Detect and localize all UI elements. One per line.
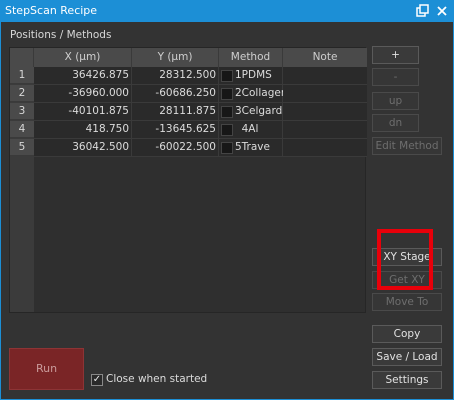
window-title: StepScan Recipe [5, 4, 98, 17]
close-icon[interactable] [435, 4, 449, 18]
restore-icon[interactable] [416, 4, 430, 18]
remove-row-button[interactable]: - [372, 68, 419, 86]
cell-y[interactable]: -60022.500 [132, 139, 219, 157]
cell-note[interactable] [283, 85, 367, 103]
table-header: X (µm) Y (µm) Method Note [10, 48, 367, 67]
title-bar: StepScan Recipe [0, 0, 454, 22]
method-name: 3Celgard [235, 105, 283, 117]
cell-y[interactable]: -60686.250 [132, 85, 219, 103]
cell-y[interactable]: 28312.500 [132, 67, 219, 85]
column-header-x[interactable]: X (µm) [34, 48, 132, 67]
row-header[interactable]: 2 [10, 85, 34, 102]
row-header[interactable]: 3 [10, 103, 34, 120]
cell-method[interactable]: 4Al [219, 121, 283, 139]
cell-note[interactable] [283, 139, 367, 157]
method-name: 5Trave [235, 141, 270, 153]
cell-y[interactable]: -13645.625 [132, 121, 219, 139]
method-name: 2Collagen [235, 87, 288, 99]
table-row[interactable]: 1 36426.875 28312.500 1PDMS [10, 67, 367, 85]
cell-x[interactable]: 36042.500 [34, 139, 132, 157]
cell-method[interactable]: 2Collagen [219, 85, 288, 103]
edit-method-button[interactable]: Edit Method [372, 137, 442, 155]
row-header[interactable]: 5 [10, 139, 34, 156]
cell-note[interactable] [283, 103, 367, 121]
method-name: 1PDMS [235, 69, 272, 81]
cell-method[interactable]: 1PDMS [219, 67, 283, 85]
copy-button[interactable]: Copy [372, 325, 442, 343]
corner-cell[interactable] [10, 48, 34, 67]
row-header[interactable]: 1 [10, 67, 34, 84]
section-label: Positions / Methods [10, 29, 112, 41]
method-color-swatch[interactable] [221, 88, 233, 100]
column-header-y[interactable]: Y (µm) [132, 48, 219, 67]
table-row[interactable]: 4 418.750 -13645.625 4Al [10, 121, 367, 139]
method-name: 4Al [241, 123, 259, 135]
column-header-note[interactable]: Note [283, 48, 367, 67]
table-row[interactable]: 3 -40101.875 28111.875 3Celgard [10, 103, 367, 121]
cell-x[interactable]: 418.750 [34, 121, 132, 139]
save-load-button[interactable]: Save / Load [372, 348, 442, 366]
table-row[interactable]: 5 36042.500 -60022.500 5Trave [10, 139, 367, 157]
cell-x[interactable]: 36426.875 [34, 67, 132, 85]
close-when-started-checkbox[interactable]: ✓ [91, 374, 103, 386]
method-color-swatch[interactable] [221, 142, 233, 154]
cell-x[interactable]: -36960.000 [34, 85, 132, 103]
row-header[interactable]: 4 [10, 121, 34, 138]
move-to-button[interactable]: Move To [372, 293, 442, 311]
xy-stage-button[interactable]: XY Stage [372, 248, 442, 266]
cell-note[interactable] [283, 121, 367, 139]
close-when-started-label: Close when started [106, 373, 208, 385]
cell-x[interactable]: -40101.875 [34, 103, 132, 121]
method-color-swatch[interactable] [221, 106, 233, 118]
settings-button[interactable]: Settings [372, 371, 442, 389]
get-xy-button[interactable]: Get XY [372, 271, 442, 289]
move-up-button[interactable]: up [372, 92, 419, 110]
move-down-button[interactable]: dn [372, 114, 419, 132]
cell-y[interactable]: 28111.875 [132, 103, 219, 121]
cell-note[interactable] [283, 67, 367, 85]
cell-method[interactable]: 3Celgard [219, 103, 283, 121]
add-row-button[interactable]: + [372, 46, 419, 64]
run-button[interactable]: Run [9, 348, 84, 390]
cell-method[interactable]: 5Trave [219, 139, 283, 157]
positions-table: X (µm) Y (µm) Method Note 1 36426.875 28… [9, 47, 367, 313]
column-header-method[interactable]: Method [219, 48, 283, 67]
table-row[interactable]: 2 -36960.000 -60686.250 2Collagen [10, 85, 367, 103]
method-color-swatch[interactable] [221, 70, 233, 82]
